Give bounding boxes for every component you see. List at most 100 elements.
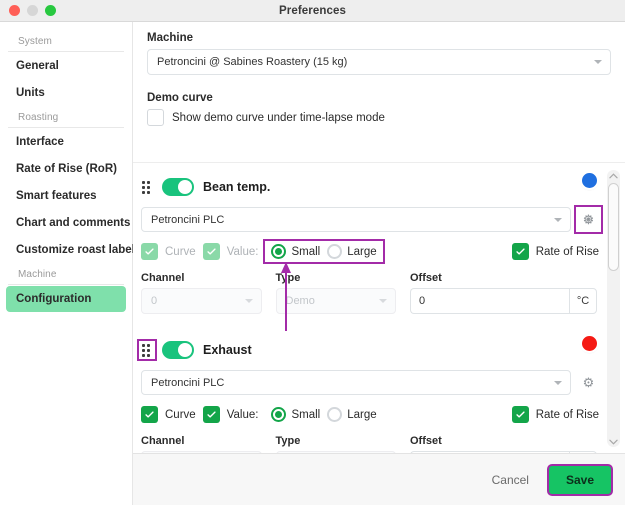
machine-select-value: Petroncini @ Sabines Roastery (15 kg) <box>157 56 348 68</box>
bean-temp-source-value: Petroncini PLC <box>151 213 225 226</box>
device-list-scrollbar[interactable] <box>607 170 620 447</box>
bean-temp-value-label: Value: <box>226 245 259 258</box>
bean-temp-type-label: Type <box>275 272 301 284</box>
device-scroll-area[interactable]: Bean temp. Petroncini PLC ⚙ Curve Value:… <box>133 162 625 453</box>
scrollbar-track[interactable] <box>607 181 620 436</box>
bean-temp-channel-row: Channel 0 Type Demo Offset 0 °C <box>141 272 599 314</box>
demo-curve-label: Demo curve <box>147 92 213 104</box>
exhaust-size-large-radio[interactable] <box>327 407 343 422</box>
machine-section: Machine Petroncini @ Sabines Roastery (1… <box>133 22 625 126</box>
chevron-down-icon <box>554 217 562 222</box>
bean-temp-size-small-label: Small <box>291 245 321 258</box>
exhaust-name: Exhaust <box>203 343 252 357</box>
exhaust-header: Exhaust <box>137 336 599 362</box>
bean-temp-channel-field: Channel 0 <box>141 272 262 314</box>
scrollbar-thumb[interactable] <box>608 183 619 271</box>
sidebar-group-roasting: Roasting <box>8 108 124 128</box>
exhaust-options-row: Curve Value: Small Large Rate of Rise <box>141 404 599 425</box>
exhaust-channel-row: Channel 1 Type Demo <box>141 435 599 453</box>
sidebar-group-machine: Machine <box>8 265 124 285</box>
exhaust-size-small-label: Small <box>291 408 321 421</box>
bean-temp-size-large-label: Large <box>347 245 377 258</box>
exhaust-size-large-option[interactable]: Large <box>327 407 377 422</box>
exhaust-drag-handle[interactable] <box>137 339 157 361</box>
scroll-down-arrow-icon[interactable] <box>609 436 618 447</box>
exhaust-value-label: Value: <box>226 408 259 421</box>
bean-temp-offset-field: Offset °C <box>410 272 597 314</box>
exhaust-source-value: Petroncini PLC <box>151 376 225 389</box>
device-exhaust: Exhaust Petroncini PLC ⚙ Curve Value: Sm… <box>137 334 599 453</box>
exhaust-rate-of-rise-label: Rate of Rise <box>535 408 599 421</box>
bean-temp-curve-label: Curve <box>165 245 196 258</box>
bean-temp-size-large-radio[interactable] <box>327 244 343 259</box>
title-bar: Preferences <box>0 0 625 22</box>
bean-temp-size-small-option[interactable]: Small <box>271 244 320 259</box>
bean-temp-channel-label: Channel <box>141 272 185 284</box>
exhaust-curve-label: Curve <box>165 408 196 421</box>
exhaust-channel-field: Channel 1 <box>141 435 262 453</box>
bean-temp-value-checkbox[interactable] <box>202 243 220 260</box>
bean-temp-size-large-option[interactable]: Large <box>327 244 377 259</box>
chevron-down-icon <box>244 299 253 303</box>
main-panel: Machine Petroncini @ Sabines Roastery (1… <box>133 22 625 505</box>
bean-temp-type-field: Type Demo <box>275 272 396 314</box>
exhaust-size-small-radio[interactable] <box>271 407 287 422</box>
bean-temp-type-select: Demo <box>275 288 396 314</box>
bean-temp-size-small-radio[interactable] <box>271 244 287 259</box>
machine-select[interactable]: Petroncini @ Sabines Roastery (15 kg) <box>147 49 611 75</box>
bean-temp-offset-label: Offset <box>410 272 442 284</box>
dialog-footer: Cancel Save <box>133 453 625 505</box>
bean-temp-drag-handle[interactable] <box>141 180 153 194</box>
bean-temp-options-row: Curve Value: Small Large Rate of Rise <box>141 239 599 264</box>
exhaust-value-checkbox[interactable] <box>202 406 220 423</box>
sidebar-item-units[interactable]: Units <box>6 80 126 106</box>
bean-temp-channel-select: 0 <box>141 288 262 314</box>
preferences-window: Preferences System General Units Roastin… <box>0 0 625 505</box>
sidebar-item-configuration[interactable]: Configuration <box>6 286 126 312</box>
device-list: Bean temp. Petroncini PLC ⚙ Curve Value:… <box>133 163 625 453</box>
exhaust-offset-field: Offset °C <box>410 435 597 453</box>
exhaust-type-field: Type Demo <box>275 435 396 453</box>
exhaust-type-label: Type <box>275 435 301 447</box>
bean-temp-header: Bean temp. <box>141 173 599 199</box>
sidebar-group-system: System <box>8 32 124 52</box>
exhaust-size-large-label: Large <box>347 408 377 421</box>
bean-temp-rate-of-rise-checkbox[interactable] <box>511 243 529 260</box>
sidebar-item-smart-features[interactable]: Smart features <box>6 183 126 209</box>
sidebar-item-customize-roast-labels[interactable]: Customize roast labels <box>6 237 141 263</box>
save-button[interactable]: Save <box>546 463 613 496</box>
exhaust-curve-checkbox[interactable] <box>141 406 158 423</box>
bean-temp-offset-input[interactable] <box>410 288 569 314</box>
sidebar-item-interface[interactable]: Interface <box>6 129 126 155</box>
demo-curve-checkbox-label: Show demo curve under time-lapse mode <box>172 111 385 124</box>
exhaust-color-swatch[interactable] <box>582 336 597 351</box>
bean-temp-rate-of-rise-label: Rate of Rise <box>535 245 599 258</box>
exhaust-rate-of-rise-checkbox[interactable] <box>511 406 529 423</box>
exhaust-enable-toggle[interactable] <box>162 341 194 359</box>
sidebar-item-chart-and-comments[interactable]: Chart and comments <box>6 210 130 236</box>
sidebar: System General Units Roasting Interface … <box>0 22 141 505</box>
bean-temp-color-swatch[interactable] <box>582 173 597 188</box>
bean-temp-size-radio-group: Small Large <box>263 239 385 264</box>
chevron-down-icon <box>594 60 602 64</box>
bean-temp-offset-box: °C <box>410 288 597 314</box>
window-body: System General Units Roasting Interface … <box>0 22 625 505</box>
bean-temp-enable-toggle[interactable] <box>162 178 194 196</box>
cancel-button[interactable]: Cancel <box>488 467 533 493</box>
chevron-down-icon <box>379 299 387 303</box>
bean-temp-channel-value: 0 <box>151 295 158 307</box>
scroll-up-arrow-icon[interactable] <box>609 170 618 181</box>
chevron-down-icon <box>554 380 562 385</box>
sidebar-item-rate-of-rise[interactable]: Rate of Rise (RoR) <box>6 156 126 182</box>
demo-curve-checkbox[interactable] <box>147 109 164 126</box>
demo-curve-row[interactable]: Show demo curve under time-lapse mode <box>147 109 611 126</box>
exhaust-size-small-option[interactable]: Small <box>271 407 320 422</box>
bean-temp-settings-gear[interactable]: ⚙ <box>574 205 603 234</box>
exhaust-settings-gear[interactable]: ⚙ <box>580 374 597 391</box>
sidebar-item-general[interactable]: General <box>6 53 126 79</box>
exhaust-size-radio-group: Small Large <box>265 404 382 425</box>
exhaust-source-row: Petroncini PLC ⚙ <box>141 370 599 395</box>
exhaust-source-select[interactable]: Petroncini PLC <box>141 370 571 395</box>
bean-temp-source-select[interactable]: Petroncini PLC <box>141 207 571 232</box>
bean-temp-curve-checkbox[interactable] <box>141 243 158 260</box>
